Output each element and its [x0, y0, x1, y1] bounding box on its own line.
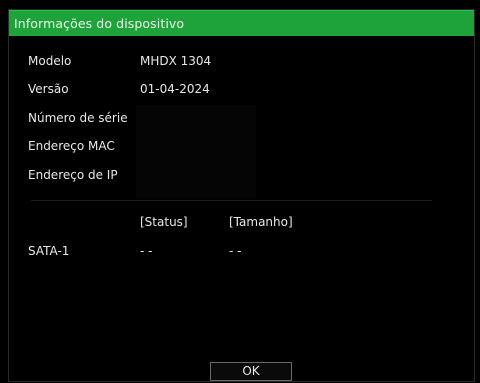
model-value: MHDX 1304 [140, 54, 212, 68]
disk-status: - - [140, 244, 153, 258]
disk-size: - - [229, 244, 242, 258]
device-info-dialog: Informações do dispositivo Modelo MHDX 1… [8, 9, 475, 382]
dialog-title: Informações do dispositivo [14, 16, 185, 31]
mac-address-label: Endereço MAC [28, 139, 115, 153]
dialog-titlebar: Informações do dispositivo [9, 10, 474, 36]
version-value: 01-04-2024 [140, 82, 210, 96]
section-divider [31, 200, 432, 201]
model-label: Modelo [28, 54, 72, 68]
disk-name: SATA-1 [28, 244, 70, 258]
serial-number-label: Número de série [28, 111, 128, 125]
ip-address-label: Endereço de IP [28, 168, 118, 182]
version-label: Versão [28, 82, 69, 96]
hidden-info-area [136, 105, 256, 198]
ok-button[interactable]: OK [210, 362, 292, 381]
status-column-header: [Status] [140, 215, 188, 229]
size-column-header: [Tamanho] [229, 215, 293, 229]
